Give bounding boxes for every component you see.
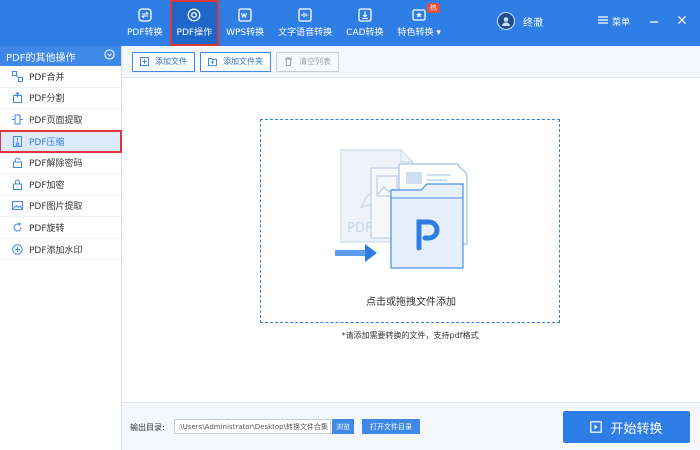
nav-cad-convert[interactable]: CAD转换: [339, 0, 390, 46]
nav-label: 特色转换 ▾: [397, 28, 441, 38]
open-dir-button[interactable]: 打开文件目录: [362, 419, 420, 434]
start-convert-button[interactable]: 开始转换: [563, 411, 690, 443]
sidebar-header[interactable]: PDF的其他操作: [0, 46, 121, 66]
nav-pdf-convert[interactable]: PDF转换: [120, 0, 170, 46]
bottom-bar: 输出目录: :\Users\Administrator\Desktop\转换文件…: [122, 402, 700, 450]
sidebar-item-compress[interactable]: PDF压缩: [0, 129, 122, 154]
add-folder-label: 添加文件夹: [223, 57, 263, 66]
user-name: 终澈: [523, 17, 543, 29]
browse-button[interactable]: 浏览: [332, 419, 354, 434]
audio-wave-icon: [298, 8, 312, 22]
image-extract-icon: [12, 200, 23, 211]
sidebar-item-label: PDF旋转: [29, 223, 65, 234]
file-drop-zone[interactable]: PDF 点击或拖拽文件添加: [260, 119, 560, 323]
add-folder-button[interactable]: 添加文件夹: [200, 51, 271, 72]
nav-text-speech[interactable]: 文字语音转换: [271, 0, 339, 46]
main-nav: PDF转换 PDF操作 WPS转换 文字语音转换 CAD转换 热 特色转换 ▾: [120, 0, 448, 46]
brand-area: [0, 0, 120, 46]
add-file-label: 添加文件: [155, 57, 187, 66]
feature-icon: [412, 8, 426, 22]
minimize-icon[interactable]: [648, 14, 660, 26]
nav-pdf-operate[interactable]: PDF操作: [169, 0, 220, 46]
sidebar-item-rotate[interactable]: PDF旋转: [0, 217, 121, 239]
watermark-icon: [12, 243, 23, 255]
main-area: PDF 点击或拖拽文件添加 *请添加需要转换的文件，支持pdf格式: [122, 79, 700, 402]
menu-button[interactable]: 菜单: [598, 15, 630, 28]
add-file-icon: [140, 57, 149, 66]
sidebar-item-label: PDF压缩: [29, 137, 65, 148]
sidebar: PDF的其他操作 PDF合并 PDF分割 PDF页面提取 PDF压缩 PDF解除…: [0, 46, 122, 450]
chevron-down-icon: ▾: [433, 28, 441, 38]
sidebar-item-label: PDF页面提取: [29, 115, 83, 126]
sidebar-item-unlock[interactable]: PDF解除密码: [0, 152, 121, 174]
pdf-convert-icon: [138, 8, 152, 22]
rotate-icon: [12, 222, 23, 233]
sidebar-item-image-extract[interactable]: PDF图片提取: [0, 196, 121, 218]
sidebar-item-watermark[interactable]: PDF添加水印: [0, 239, 121, 261]
sidebar-item-page-extract[interactable]: PDF页面提取: [0, 109, 121, 131]
pdf-operate-icon: [187, 8, 201, 22]
sidebar-item-split[interactable]: PDF分割: [0, 88, 121, 110]
sidebar-item-label: PDF添加水印: [29, 245, 83, 256]
sidebar-item-merge[interactable]: PDF合并: [0, 66, 121, 88]
merge-icon: [12, 70, 23, 82]
hot-badge: 热: [426, 3, 440, 13]
svg-text:PDF: PDF: [347, 221, 372, 236]
page-extract-icon: [12, 114, 23, 125]
unlock-icon: [12, 157, 23, 169]
sidebar-item-label: PDF分割: [29, 94, 65, 105]
close-icon[interactable]: [676, 14, 688, 26]
cad-icon: [358, 8, 372, 22]
clear-list-label: 清空列表: [299, 57, 331, 66]
user-profile[interactable]: 终澈: [497, 12, 543, 30]
output-dir-field[interactable]: :\Users\Administrator\Desktop\转换文件合集: [174, 419, 331, 434]
toolbar: 添加文件 添加文件夹 清空列表: [122, 46, 700, 78]
compress-icon: [12, 135, 23, 147]
drop-zone-hint: *请添加需要转换的文件，支持pdf格式: [341, 331, 479, 340]
nav-label: WPS转换: [226, 28, 265, 38]
nav-label: 文字语音转换: [278, 28, 333, 38]
convert-icon: [590, 421, 603, 433]
nav-label: PDF转换: [127, 28, 163, 38]
file-drop-illustration: PDF: [335, 149, 468, 269]
sidebar-item-label: PDF图片提取: [29, 202, 83, 213]
sidebar-item-label: PDF加密: [29, 180, 65, 191]
add-file-button[interactable]: 添加文件: [132, 51, 195, 72]
chevron-circle-icon[interactable]: [104, 49, 115, 63]
trash-icon: [284, 57, 293, 66]
add-folder-icon: [208, 57, 217, 66]
clear-list-button[interactable]: 清空列表: [276, 51, 339, 72]
avatar: [497, 12, 515, 30]
nav-label: PDF操作: [176, 28, 213, 38]
menu-label: 菜单: [612, 18, 631, 28]
sidebar-item-label: PDF合并: [29, 72, 65, 83]
split-icon: [12, 92, 23, 104]
menu-icon: [598, 16, 608, 27]
start-convert-label: 开始转换: [610, 421, 663, 437]
wps-icon: [238, 8, 252, 22]
nav-label: CAD转换: [346, 28, 384, 38]
nav-feature-convert[interactable]: 热 特色转换 ▾: [391, 0, 448, 46]
nav-wps-convert[interactable]: WPS转换: [219, 0, 271, 46]
sidebar-header-label: PDF的其他操作: [6, 52, 76, 64]
output-dir-label: 输出目录:: [130, 423, 165, 432]
sidebar-item-encrypt[interactable]: PDF加密: [0, 174, 121, 196]
drop-zone-text: 点击或拖拽文件添加: [366, 297, 456, 308]
sidebar-item-label: PDF解除密码: [29, 159, 83, 170]
top-bar: PDF转换 PDF操作 WPS转换 文字语音转换 CAD转换 热 特色转换 ▾ …: [0, 0, 700, 46]
lock-icon: [12, 179, 23, 190]
